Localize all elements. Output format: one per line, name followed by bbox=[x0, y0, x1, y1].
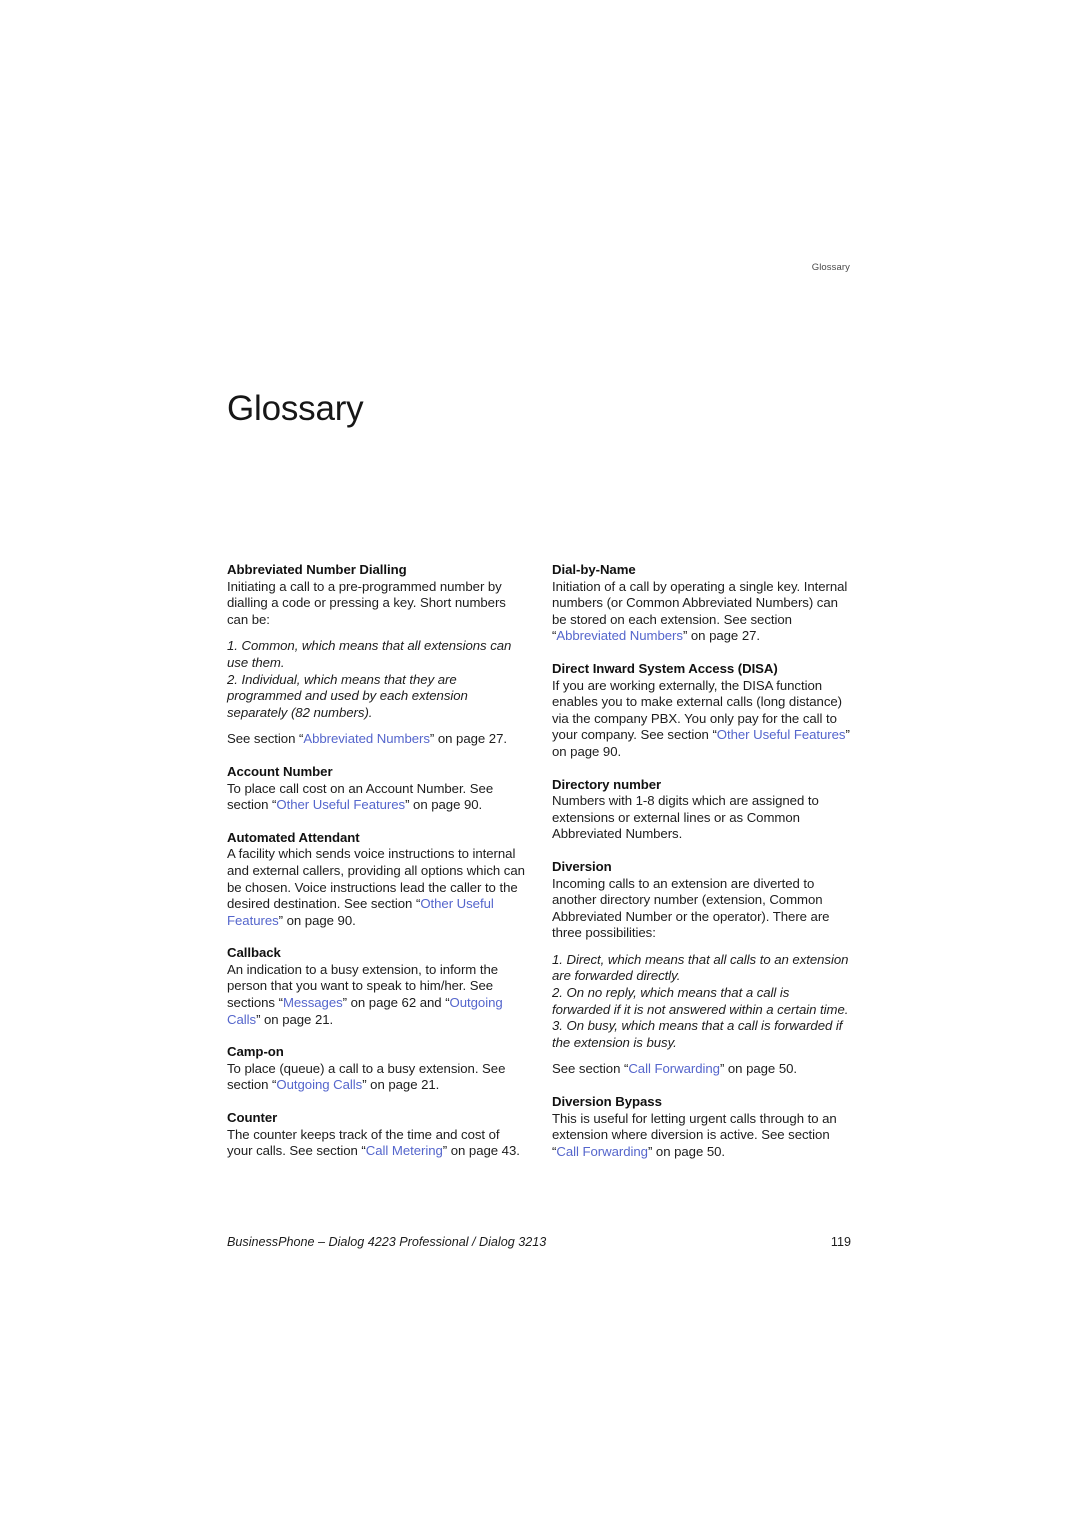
cross-reference-link[interactable]: Call Metering bbox=[366, 1143, 443, 1158]
glossary-term-direct-inward-system-access-disa: Direct Inward System Access (DISA) bbox=[552, 660, 778, 676]
glossary-columns: Abbreviated Number Dialling Initiating a … bbox=[227, 562, 851, 1160]
glossary-entry: Abbreviated Number Dialling Initiating a … bbox=[227, 562, 525, 748]
definition-text: ” on page 21. bbox=[256, 1011, 334, 1027]
glossary-column-right: Dial-by-Name Initiation of a call by oper… bbox=[552, 562, 850, 1160]
glossary-definition: A facility which sends voice instruction… bbox=[227, 846, 525, 929]
glossary-definition: 1. Common, which means that all extensio… bbox=[227, 638, 525, 671]
definition-text: ” on page 21. bbox=[362, 1077, 440, 1093]
running-head: Glossary bbox=[811, 262, 850, 273]
glossary-definition: The counter keeps track of the time and … bbox=[227, 1127, 525, 1160]
definition-text: ” on page 50. bbox=[647, 1143, 726, 1159]
glossary-term-counter: Counter bbox=[227, 1110, 278, 1126]
cross-reference-link[interactable]: Other Useful Features bbox=[717, 727, 846, 742]
glossary-definition: If you are working externally, the DISA … bbox=[552, 678, 850, 761]
glossary-term-automated-attendant: Automated Attendant bbox=[227, 829, 360, 845]
glossary-entry: Diversion Incoming calls to an extension … bbox=[552, 859, 850, 1078]
glossary-entry: Direct Inward System Access (DISA) If you… bbox=[552, 661, 850, 761]
glossary-definition: 1. Direct, which means that all calls to… bbox=[552, 952, 850, 985]
cross-reference-link[interactable]: Call Forwarding bbox=[556, 1144, 648, 1159]
definition-text: 2. Individual, which means that they are… bbox=[227, 671, 468, 720]
glossary-definition: 3. On busy, which means that a call is f… bbox=[552, 1018, 850, 1051]
glossary-page: Glossary Glossary Abbreviated Number Dia… bbox=[0, 0, 1080, 1528]
glossary-definition: This is useful for letting urgent calls … bbox=[552, 1111, 850, 1161]
footer-document-title: BusinessPhone – Dialog 4223 Professional… bbox=[227, 1235, 547, 1249]
glossary-definition: To place (queue) a call to a busy extens… bbox=[227, 1061, 525, 1094]
cross-reference-link[interactable]: Call Forwarding bbox=[628, 1061, 720, 1076]
definition-text: Numbers with 1-8 digits which are assign… bbox=[552, 793, 819, 842]
glossary-definition: Initiation of a call by operating a sing… bbox=[552, 579, 850, 645]
definition-text: See section “ bbox=[552, 1061, 629, 1077]
page-footer: BusinessPhone – Dialog 4223 Professional… bbox=[227, 1235, 851, 1249]
glossary-definition: Initiating a call to a pre-programmed nu… bbox=[227, 579, 525, 629]
glossary-entry: Account Number To place call cost on an A… bbox=[227, 764, 525, 814]
glossary-entry: Counter The counter keeps track of the ti… bbox=[227, 1110, 525, 1160]
definition-text: ” on page 62 and “ bbox=[342, 995, 450, 1011]
glossary-definition: See section “Call Forwarding” on page 50… bbox=[552, 1061, 850, 1078]
cross-reference-link[interactable]: Abbreviated Numbers bbox=[556, 628, 683, 643]
glossary-entry: Camp-on To place (queue) a call to a busy… bbox=[227, 1044, 525, 1094]
glossary-term-dial-by-name: Dial-by-Name bbox=[552, 562, 636, 577]
glossary-definition: To place call cost on an Account Number.… bbox=[227, 781, 525, 814]
definition-text: 1. Common, which means that all extensio… bbox=[227, 638, 512, 670]
glossary-entry: Automated Attendant A facility which send… bbox=[227, 830, 525, 930]
glossary-definition: See section “Abbreviated Numbers” on pag… bbox=[227, 731, 525, 748]
cross-reference-link[interactable]: Other Useful Features bbox=[276, 797, 405, 812]
definition-text: 1. Direct, which means that all calls to… bbox=[552, 951, 849, 984]
definition-text: Incoming calls to an extension are diver… bbox=[552, 875, 830, 941]
glossary-term-diversion: Diversion bbox=[552, 858, 612, 874]
glossary-definition: Incoming calls to an extension are diver… bbox=[552, 876, 850, 942]
page-title: Glossary bbox=[227, 389, 364, 429]
definition-text: 2. On no reply, which means that a call … bbox=[552, 985, 849, 1017]
glossary-column-left: Abbreviated Number Dialling Initiating a … bbox=[227, 562, 525, 1160]
definition-text: Initiating a call to a pre-programmed nu… bbox=[227, 578, 506, 627]
definition-text: ” on page 90. bbox=[278, 912, 356, 928]
definition-text: ” on page 50. bbox=[719, 1061, 798, 1077]
definition-text: 3. On busy, which means that a call is f… bbox=[552, 1018, 843, 1050]
glossary-entry: Directory number Numbers with 1-8 digits … bbox=[552, 777, 850, 843]
glossary-term-directory-number: Directory number bbox=[552, 776, 662, 792]
glossary-entry: Callback An indication to a busy extensio… bbox=[227, 945, 525, 1028]
glossary-term-account-number: Account Number bbox=[227, 763, 333, 779]
footer-page-number: 119 bbox=[830, 1235, 851, 1249]
glossary-entry: Diversion Bypass This is useful for letti… bbox=[552, 1094, 850, 1160]
glossary-term-camp-on: Camp-on bbox=[227, 1044, 284, 1060]
glossary-definition: 2. Individual, which means that they are… bbox=[227, 672, 525, 722]
glossary-term-abbreviated-number-dialling: Abbreviated Number Dialling bbox=[227, 562, 407, 577]
definition-text: ” on page 90. bbox=[405, 797, 483, 813]
glossary-definition: 2. On no reply, which means that a call … bbox=[552, 985, 850, 1018]
glossary-definition: Numbers with 1-8 digits which are assign… bbox=[552, 793, 850, 843]
cross-reference-link[interactable]: Messages bbox=[283, 995, 343, 1010]
definition-text: See section “ bbox=[227, 731, 304, 747]
glossary-term-callback: Callback bbox=[227, 945, 281, 961]
cross-reference-link[interactable]: Outgoing Calls bbox=[276, 1077, 362, 1092]
definition-text: ” on page 27. bbox=[682, 628, 761, 644]
cross-reference-link[interactable]: Abbreviated Numbers bbox=[303, 731, 430, 746]
definition-text: ” on page 43. bbox=[442, 1143, 520, 1159]
glossary-entry: Dial-by-Name Initiation of a call by oper… bbox=[552, 562, 850, 645]
definition-text: ” on page 27. bbox=[429, 731, 507, 747]
glossary-term-diversion-bypass: Diversion Bypass bbox=[552, 1094, 662, 1110]
glossary-definition: An indication to a busy extension, to in… bbox=[227, 962, 525, 1028]
